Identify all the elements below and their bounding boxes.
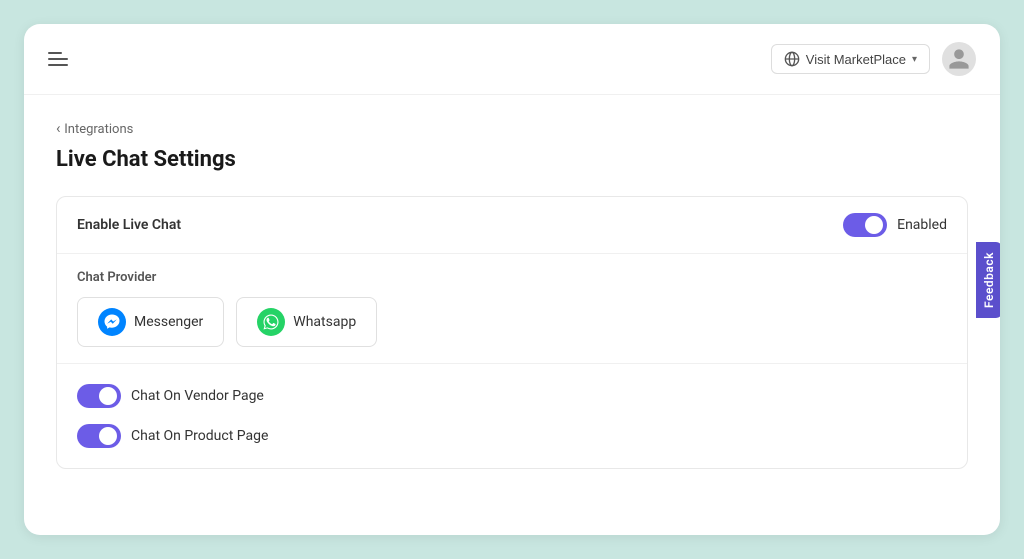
whatsapp-label: Whatsapp	[293, 314, 356, 330]
marketplace-label: Visit MarketPlace	[806, 52, 906, 67]
enable-live-chat-label: Enable Live Chat	[77, 217, 181, 233]
marketplace-button[interactable]: Visit MarketPlace ▾	[771, 44, 930, 74]
enable-live-chat-toggle-group: Enabled	[843, 213, 947, 237]
vendor-page-toggle[interactable]	[77, 384, 121, 408]
feedback-tab[interactable]: Feedback	[976, 242, 1000, 318]
provider-options: Messenger Whatsapp	[77, 297, 947, 347]
globe-icon	[784, 51, 800, 67]
toggle-rows: Chat On Vendor Page Chat On Product Page	[57, 364, 967, 468]
product-page-label: Chat On Product Page	[131, 428, 268, 444]
avatar[interactable]	[942, 42, 976, 76]
messenger-icon-bg	[98, 308, 126, 336]
hamburger-menu[interactable]	[48, 52, 68, 66]
messenger-label: Messenger	[134, 314, 203, 330]
provider-card-messenger[interactable]: Messenger	[77, 297, 224, 347]
vendor-page-label: Chat On Vendor Page	[131, 388, 264, 404]
vendor-page-toggle-row: Chat On Vendor Page	[77, 376, 947, 416]
page-title: Live Chat Settings	[56, 147, 968, 172]
chat-provider-section: Chat Provider Messenger	[57, 254, 967, 364]
content: Integrations Live Chat Settings Enable L…	[24, 95, 1000, 535]
page-background: Visit MarketPlace ▾ Integrations Live Ch…	[0, 0, 1024, 559]
user-icon	[947, 47, 971, 71]
product-page-toggle[interactable]	[77, 424, 121, 448]
header: Visit MarketPlace ▾	[24, 24, 1000, 95]
whatsapp-icon-bg	[257, 308, 285, 336]
breadcrumb[interactable]: Integrations	[56, 119, 968, 137]
enabled-status-text: Enabled	[897, 217, 947, 233]
enable-live-chat-row: Enable Live Chat Enabled	[57, 197, 967, 254]
product-page-toggle-row: Chat On Product Page	[77, 416, 947, 456]
provider-card-whatsapp[interactable]: Whatsapp	[236, 297, 377, 347]
chat-provider-label: Chat Provider	[77, 270, 947, 285]
header-right: Visit MarketPlace ▾	[771, 42, 976, 76]
chevron-down-icon: ▾	[912, 54, 917, 65]
messenger-icon	[103, 313, 121, 331]
main-card: Visit MarketPlace ▾ Integrations Live Ch…	[24, 24, 1000, 535]
whatsapp-icon	[262, 313, 280, 331]
settings-section: Enable Live Chat Enabled Chat Provider	[56, 196, 968, 469]
enable-live-chat-toggle[interactable]	[843, 213, 887, 237]
